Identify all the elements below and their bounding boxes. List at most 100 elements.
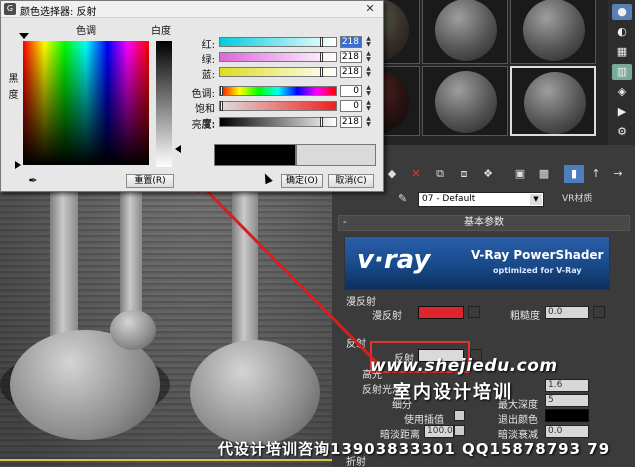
value-input[interactable]: 218	[340, 36, 362, 48]
material-editor-panel: ◆ ✕ ⧉ ⧈ ❖ ▣ ▩ ▮ ↑ → ✎ 07 - Default ▼ VR材…	[332, 145, 635, 467]
chevron-down-icon: ▼	[530, 194, 542, 205]
material-id-icon[interactable]: ▣	[510, 165, 530, 183]
ok-button[interactable]: 确定(O)	[281, 174, 323, 188]
spinner-icon[interactable]: ▲ ▼	[364, 36, 373, 48]
color-slider[interactable]	[219, 86, 337, 96]
app-icon: G	[4, 3, 16, 15]
slider-thumb[interactable]	[320, 67, 323, 77]
vase-bulb-middle	[110, 310, 156, 350]
whiteness-label: 白度	[151, 26, 171, 37]
use-interp-label: 使用插值	[404, 415, 444, 426]
backlight-icon[interactable]: ◐	[612, 24, 632, 40]
background-icon[interactable]: ▦	[612, 44, 632, 60]
value-input[interactable]: 0	[340, 100, 362, 112]
blackness-label: 黑度	[6, 73, 17, 105]
whiteness-bar[interactable]	[156, 41, 172, 167]
material-slot[interactable]	[510, 0, 596, 64]
color-slider[interactable]	[219, 101, 337, 111]
put-library-icon[interactable]: ❖	[478, 165, 498, 183]
slider-thumb[interactable]	[220, 86, 223, 96]
material-type-button[interactable]: VR材质	[562, 192, 592, 207]
material-name-row: ✎ 07 - Default ▼ VR材质	[392, 192, 632, 208]
material-slot[interactable]	[422, 66, 508, 136]
diffuse-map-button[interactable]	[468, 306, 480, 318]
app-screen: ● ◐ ▦ ▥ ◈ ▶ ⚙ ◆ ✕ ⧉ ⧈ ❖ ▣ ▩ ▮ ↑ → ✎ 07 -…	[0, 0, 635, 467]
basic-params-rollout[interactable]: - 基本参数	[338, 215, 630, 231]
roughness-label: 粗糙度	[510, 311, 540, 322]
make-preview-icon[interactable]: ▶	[612, 104, 632, 120]
hue-spectrum[interactable]	[23, 41, 149, 165]
value-input[interactable]: 218	[340, 116, 362, 128]
roughness-map-button[interactable]	[593, 306, 605, 318]
spinner-icon[interactable]: ▲ ▼	[364, 116, 373, 128]
material-slot-active[interactable]	[510, 66, 596, 136]
mouse-cursor-icon	[261, 171, 273, 185]
eyedropper-icon[interactable]: ✎	[398, 192, 407, 205]
use-interp-checkbox[interactable]	[454, 410, 465, 421]
sample-type-icon[interactable]: ●	[612, 4, 632, 20]
spinner-icon[interactable]: ▲ ▼	[364, 66, 373, 78]
slider-label: 亮度:	[191, 120, 215, 131]
delete-icon[interactable]: ✕	[406, 165, 426, 183]
color-slider[interactable]	[219, 67, 337, 77]
color-slider[interactable]	[219, 37, 337, 47]
spinner-icon[interactable]: ▲ ▼	[364, 100, 373, 112]
material-name: 07 - Default	[422, 194, 476, 204]
blackness-marker-icon[interactable]	[15, 161, 21, 169]
vray-logo: v·ray	[357, 245, 431, 275]
watermark-brand: 室内设计培训	[393, 382, 513, 403]
color-picker-dialog: G 颜色选择器: 反射 ✕ 色调 白度 黑度 红: 218 ▲ ▼ 绿: 218 ▲ ▼ 蓝: 2…	[0, 0, 384, 192]
close-icon[interactable]: ✕	[361, 2, 379, 16]
eyedropper-icon[interactable]: ✒	[26, 174, 40, 188]
hue-marker-icon[interactable]	[19, 33, 29, 39]
slider-label: 绿:	[201, 55, 215, 66]
dim-distance-input[interactable]: 100.0	[424, 425, 454, 438]
dim-falloff-input[interactable]: 0.0	[545, 425, 589, 438]
max-depth-input[interactable]: 5	[545, 394, 589, 407]
diffuse-color-swatch[interactable]	[418, 306, 464, 319]
new-color-preview	[296, 144, 376, 166]
slider-thumb[interactable]	[320, 37, 323, 47]
whiteness-marker-icon[interactable]	[175, 145, 181, 153]
go-sibling-icon[interactable]: →	[608, 165, 628, 183]
show-end-result-icon[interactable]: ▮	[564, 165, 584, 183]
slider-label: 色调:	[191, 89, 215, 100]
slider-thumb[interactable]	[220, 101, 223, 111]
viewport-border	[0, 459, 332, 461]
dialog-title: 颜色选择器: 反射	[20, 7, 97, 18]
vase-bulb-right	[190, 340, 320, 445]
material-name-dropdown[interactable]: 07 - Default ▼	[418, 192, 544, 207]
slider-thumb[interactable]	[320, 117, 323, 127]
material-slot[interactable]	[422, 0, 508, 64]
dim-distance-checkbox[interactable]	[454, 425, 465, 436]
roughness-input[interactable]: 0.0	[545, 306, 589, 319]
watermark-site: www.shejiedu.com	[370, 356, 558, 376]
video-check-icon[interactable]: ◈	[612, 84, 632, 100]
options-icon[interactable]: ⚙	[612, 124, 632, 140]
diffuse-group-label: 漫反射	[346, 297, 376, 308]
exit-color-swatch[interactable]	[545, 409, 589, 422]
get-material-icon[interactable]: ◆	[382, 165, 402, 183]
fresnel-ior-input[interactable]: 1.6	[545, 379, 589, 392]
slider-thumb[interactable]	[320, 52, 323, 62]
value-input[interactable]: 0	[340, 85, 362, 97]
copy-material-icon[interactable]: ⧉	[430, 165, 450, 183]
exit-color-label: 退出颜色	[498, 415, 538, 426]
color-slider[interactable]	[219, 52, 337, 62]
spinner-icon[interactable]: ▲ ▼	[364, 85, 373, 97]
go-parent-icon[interactable]: ↑	[586, 165, 606, 183]
value-input[interactable]: 218	[340, 51, 362, 63]
cancel-button[interactable]: 取消(C)	[328, 174, 374, 188]
reset-button[interactable]: 重置(R)	[126, 174, 174, 188]
value-input[interactable]: 218	[340, 66, 362, 78]
spinner-icon[interactable]: ▲ ▼	[364, 51, 373, 63]
show-map-icon[interactable]: ▩	[534, 165, 554, 183]
slider-label: 红:	[201, 40, 215, 51]
hue-label: 色调	[76, 26, 96, 37]
vray-banner: v·ray V-Ray PowerShader optimized for V-…	[344, 236, 610, 290]
uv-tiling-icon[interactable]: ▥	[612, 64, 632, 80]
unique-icon[interactable]: ⧈	[454, 165, 474, 183]
color-slider[interactable]	[219, 117, 337, 127]
vase-stem-middle	[120, 180, 142, 330]
dialog-titlebar[interactable]: G 颜色选择器: 反射 ✕	[1, 1, 383, 18]
